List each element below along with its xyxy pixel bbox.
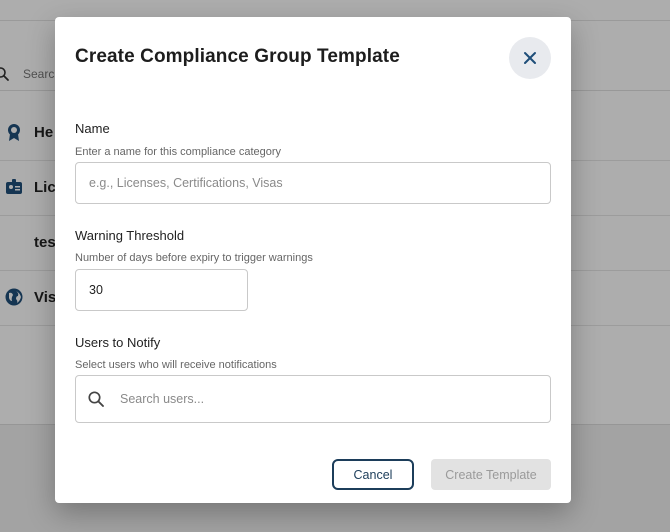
users-to-notify-label: Users to Notify [75,335,161,350]
close-button[interactable] [509,37,551,79]
users-search-input[interactable] [120,376,540,422]
users-to-notify-help-text: Select users who will receive notificati… [75,359,277,371]
users-search-field[interactable] [75,375,551,423]
warning-threshold-input[interactable] [75,269,248,311]
warning-threshold-label: Warning Threshold [75,228,185,243]
name-label: Name [75,121,110,136]
close-icon [524,52,536,64]
search-icon [88,391,104,407]
dialog-title: Create Compliance Group Template [75,46,400,67]
create-template-dialog: Create Compliance Group Template Name En… [55,17,571,503]
create-template-button[interactable]: Create Template [431,459,551,490]
cancel-button[interactable]: Cancel [332,459,414,490]
name-input[interactable] [75,162,551,204]
warning-threshold-help-text: Number of days before expiry to trigger … [75,252,313,264]
name-help-text: Enter a name for this compliance categor… [75,146,282,158]
